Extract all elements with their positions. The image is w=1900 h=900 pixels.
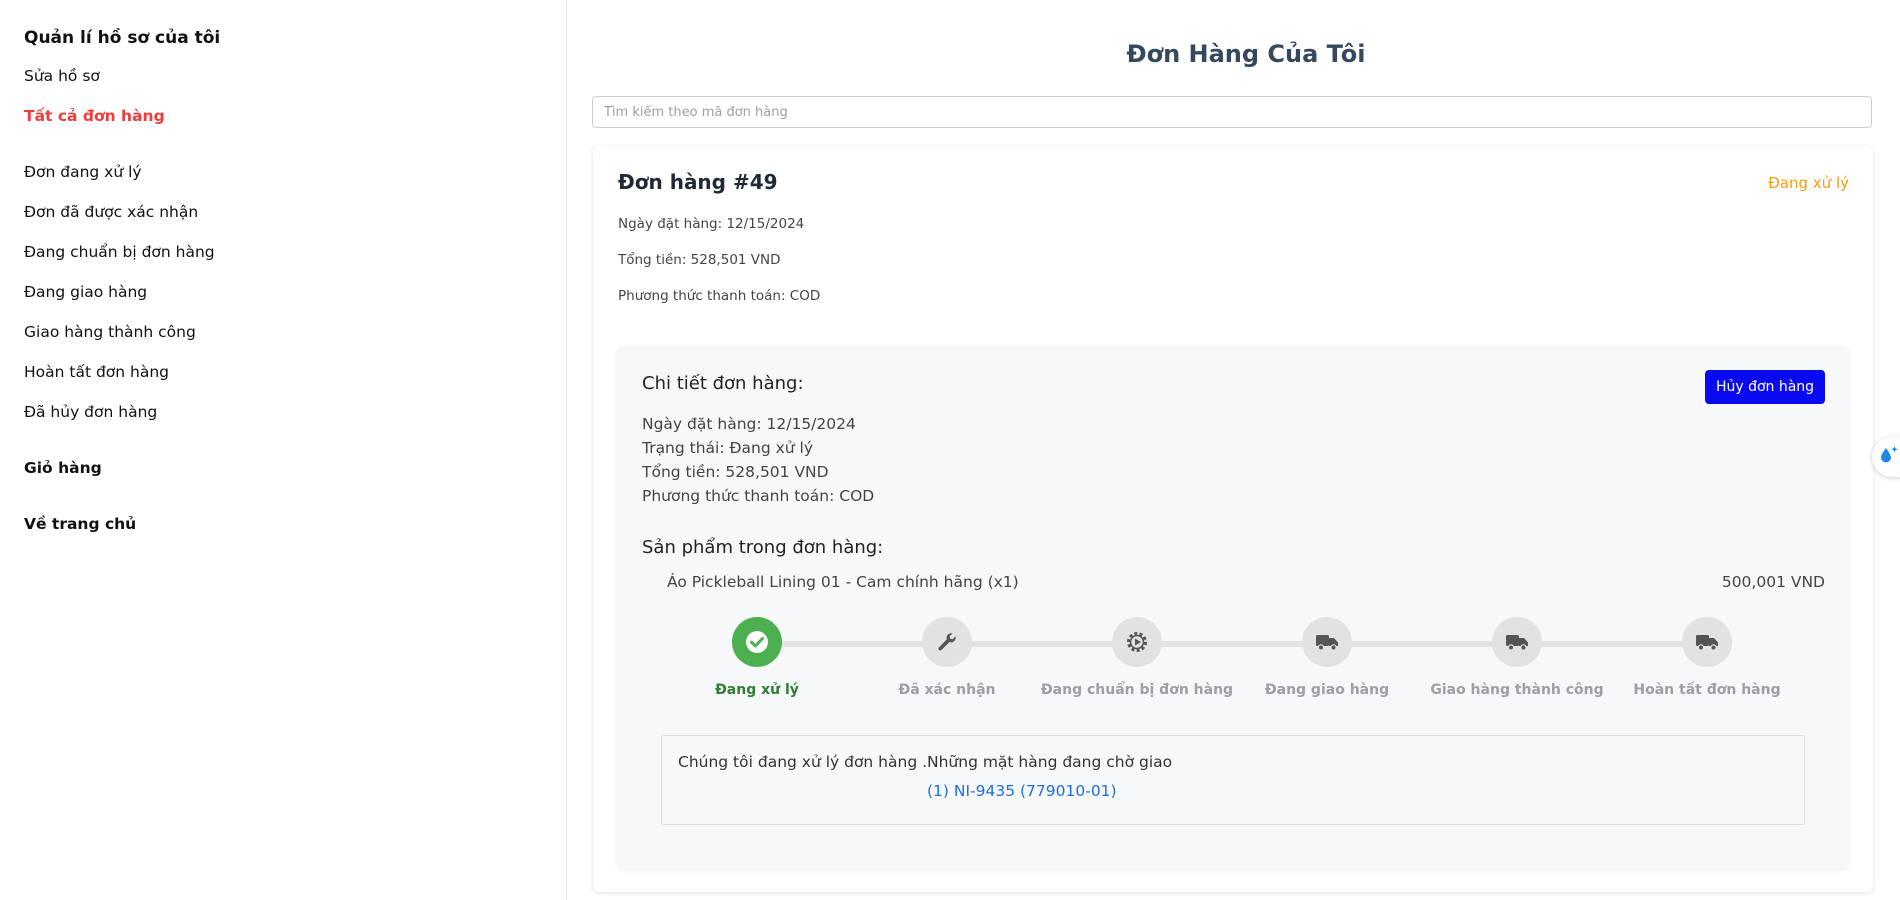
truck-icon <box>1302 617 1352 667</box>
tracker-step-label: Giao hàng thành công <box>1430 682 1604 698</box>
tracker-step-label: Đang giao hàng <box>1264 682 1390 698</box>
order-status-badge: Đang xử lý <box>1768 174 1849 192</box>
tracker-step-label: Hoàn tất đơn hàng <box>1633 682 1781 698</box>
page-title: Đơn Hàng Của Tôi <box>1126 40 1366 68</box>
profile-heading: Quản lí hồ sơ của tôi <box>24 28 221 48</box>
waiting-item-link[interactable]: (1) NI-9435 (779010-01) <box>927 782 1117 800</box>
order-card: Đơn hàng #49 Đang xử lý Ngày đặt hàng: 1… <box>593 146 1873 892</box>
sidebar-item-delivered[interactable]: Giao hàng thành công <box>24 312 566 352</box>
sidebar-item-cancelled[interactable]: Đã hủy đơn hàng <box>24 392 566 432</box>
sidebar-item-preparing[interactable]: Đang chuẩn bị đơn hàng <box>24 232 566 272</box>
tracker-step-completed: Hoàn tất đơn hàng <box>1607 617 1807 698</box>
cancel-order-button[interactable]: Hủy đơn hàng <box>1705 370 1825 404</box>
processing-message: Chúng tôi đang xử lý đơn hàng . <box>678 753 928 771</box>
sidebar-item-cart[interactable]: Giỏ hàng <box>24 448 566 488</box>
tracker-step-label: Đang chuẩn bị đơn hàng <box>1040 682 1234 698</box>
sidebar-item-processing[interactable]: Đơn đang xử lý <box>24 152 566 192</box>
droplet-sparkle-icon <box>1878 444 1900 470</box>
order-progress-tracker: Đang xử lý Đã xác nhận Đang chuẩn bị đơn… <box>617 617 1849 717</box>
order-payment-method: Phương thức thanh toán: COD <box>618 288 821 304</box>
detail-status: Trạng thái: Đang xử lý <box>642 439 814 457</box>
sidebar-item-completed[interactable]: Hoàn tất đơn hàng <box>24 352 566 392</box>
sidebar-item-all-orders[interactable]: Tất cả đơn hàng <box>24 96 566 136</box>
order-total: Tổng tiền: 528,501 VND <box>618 252 781 268</box>
product-price: 500,001 VND <box>1721 573 1825 591</box>
sidebar: Quản lí hồ sơ của tôi Sửa hồ sơ Tất cả đ… <box>0 0 567 900</box>
wrench-icon <box>922 617 972 667</box>
order-title: Đơn hàng #49 <box>618 170 778 194</box>
tracker-step-label: Đã xác nhận <box>898 682 996 698</box>
product-name: Áo Pickleball Lining 01 - Cam chính hãng… <box>667 573 1019 591</box>
tracker-step-processing: Đang xử lý <box>657 617 857 698</box>
detail-payment-method: Phương thức thanh toán: COD <box>642 487 875 505</box>
tracker-step-label: Đang xử lý <box>715 682 799 698</box>
waiting-items-heading: Những mặt hàng đang chờ giao <box>927 753 1173 771</box>
order-detail-panel: Chi tiết đơn hàng: Hủy đơn hàng Ngày đặt… <box>617 347 1849 869</box>
products-heading: Sản phẩm trong đơn hàng: <box>642 537 884 558</box>
detail-total: Tổng tiền: 528,501 VND <box>642 463 829 481</box>
shipment-info-box: Chúng tôi đang xử lý đơn hàng . Những mặ… <box>661 735 1805 825</box>
sidebar-item-confirmed[interactable]: Đơn đã được xác nhận <box>24 192 566 232</box>
order-date: Ngày đặt hàng: 12/15/2024 <box>618 216 805 232</box>
detail-date: Ngày đặt hàng: 12/15/2024 <box>642 415 856 433</box>
sidebar-item-edit-profile[interactable]: Sửa hồ sơ <box>24 62 566 96</box>
truck-icon <box>1492 617 1542 667</box>
truck-icon <box>1682 617 1732 667</box>
tracker-step-delivered: Giao hàng thành công <box>1417 617 1617 698</box>
check-icon <box>732 617 782 667</box>
order-search-input[interactable] <box>592 96 1872 128</box>
tracker-step-shipping: Đang giao hàng <box>1227 617 1427 698</box>
sidebar-item-home[interactable]: Về trang chủ <box>24 504 566 544</box>
gear-icon <box>1112 617 1162 667</box>
order-detail-heading: Chi tiết đơn hàng: <box>642 373 804 394</box>
tracker-step-confirmed: Đã xác nhận <box>847 617 1047 698</box>
tracker-step-preparing: Đang chuẩn bị đơn hàng <box>1037 617 1237 698</box>
sidebar-item-shipping[interactable]: Đang giao hàng <box>24 272 566 312</box>
